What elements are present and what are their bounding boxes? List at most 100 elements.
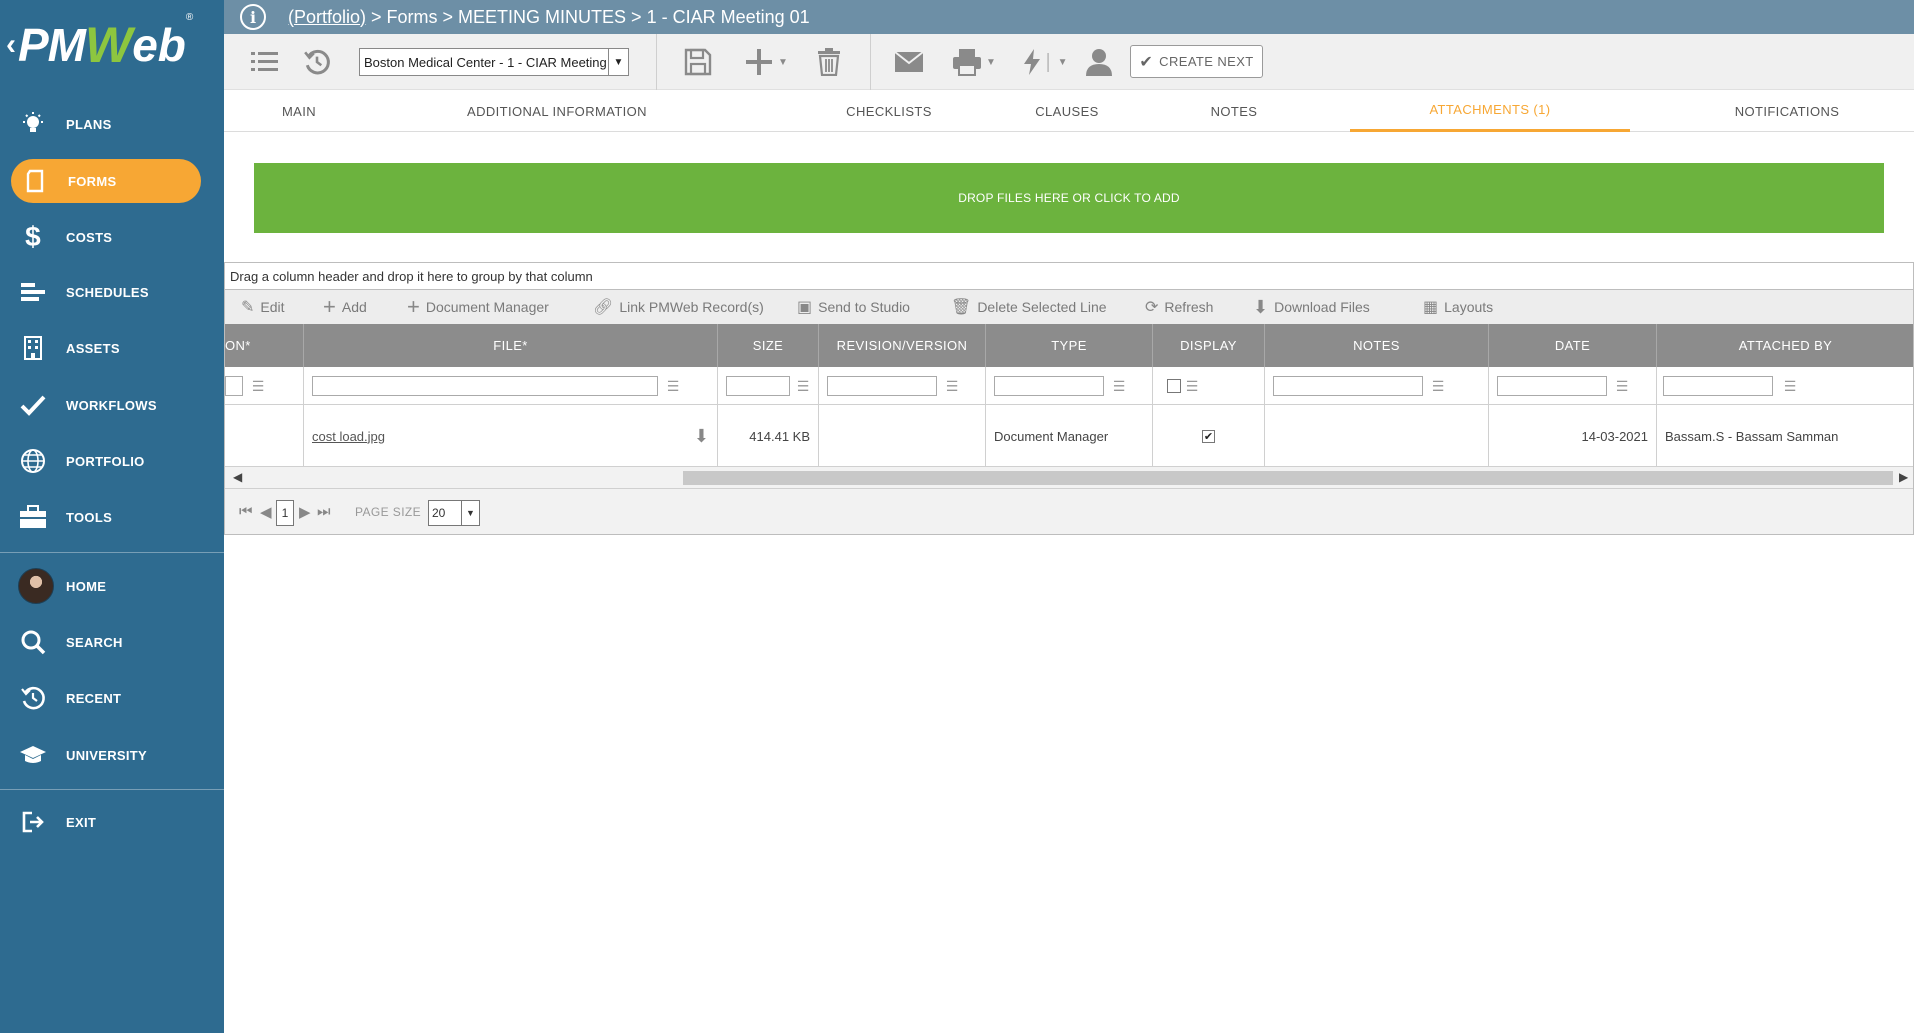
filter-icon[interactable]: ☰ — [1429, 377, 1447, 395]
delete-selected-line-button[interactable]: 🗑︎ Delete Selected Line — [951, 290, 1107, 324]
page-size-select[interactable]: 20 ▼ — [428, 500, 480, 526]
filter-icon[interactable]: ☰ — [943, 377, 961, 395]
form-document-icon — [20, 166, 50, 196]
sidebar-item-label: TOOLS — [66, 509, 113, 525]
display-filter-checkbox[interactable] — [1167, 379, 1181, 393]
sidebar-item-assets[interactable]: ASSETS — [0, 326, 224, 370]
scroll-right-icon[interactable]: ▶ — [1899, 470, 1908, 484]
tab-notes[interactable]: NOTES — [1194, 90, 1274, 132]
group-by-bar[interactable]: Drag a column header and drop it here to… — [225, 263, 1913, 290]
first-page-icon[interactable]: ⏮ — [239, 503, 253, 520]
create-next-button[interactable]: ✔ CREATE NEXT — [1130, 45, 1263, 78]
tab-attachments[interactable]: ATTACHMENTS (1) — [1350, 90, 1630, 132]
sidebar-item-workflows[interactable]: WORKFLOWS — [0, 383, 224, 427]
download-files-button[interactable]: ⬇ Download Files — [1253, 290, 1370, 324]
print-icon[interactable]: ▼ — [948, 44, 1000, 80]
add-button[interactable]: + Add — [323, 290, 367, 324]
filter-icon[interactable]: ☰ — [1781, 377, 1799, 395]
sidebar-item-exit[interactable]: EXIT — [0, 800, 224, 844]
column-header-revision[interactable]: REVISION/VERSION — [819, 324, 986, 367]
project-select[interactable]: Boston Medical Center - 1 - CIAR Meeting… — [359, 48, 629, 76]
download-arrow-icon[interactable]: ⬇ — [694, 426, 709, 447]
sidebar-item-search[interactable]: SEARCH — [0, 620, 224, 664]
filter-input[interactable] — [312, 376, 658, 396]
display-checkbox[interactable]: ✔ — [1202, 429, 1215, 443]
column-header-attached-by[interactable]: ATTACHED BY — [1657, 324, 1913, 367]
list-icon[interactable] — [250, 44, 280, 80]
column-header-file[interactable]: FILE* — [304, 324, 718, 367]
chevron-down-icon[interactable]: ▼ — [608, 49, 628, 75]
sidebar-item-costs[interactable]: $ COSTS — [0, 215, 224, 259]
chevron-down-icon[interactable]: ▼ — [461, 501, 479, 525]
filter-input[interactable] — [726, 376, 790, 396]
filter-icon[interactable]: ☰ — [1613, 377, 1631, 395]
column-header-size[interactable]: SIZE — [718, 324, 819, 367]
tab-additional-information[interactable]: ADDITIONAL INFORMATION — [450, 90, 664, 132]
lightbulb-icon — [18, 109, 48, 139]
filter-input[interactable] — [1497, 376, 1607, 396]
edit-button[interactable]: ✎ Edit — [241, 290, 285, 324]
sidebar-item-plans[interactable]: PLANS — [0, 102, 224, 146]
file-dropzone[interactable]: DROP FILES HERE OR CLICK TO ADD — [254, 163, 1884, 233]
scroll-left-icon[interactable]: ◀ — [233, 470, 242, 484]
checkmark-icon — [18, 390, 48, 420]
chevron-down-icon[interactable]: ▼ — [986, 57, 996, 68]
sidebar-item-schedules[interactable]: SCHEDULES — [0, 270, 224, 314]
horizontal-scrollbar[interactable]: ◀ ▶ — [225, 467, 1913, 489]
document-manager-button[interactable]: + Document Manager — [407, 290, 549, 324]
link-record-button[interactable]: 🔗︎ Link PMWeb Record(s) — [593, 290, 764, 324]
tab-checklists[interactable]: CHECKLISTS — [824, 90, 954, 132]
page-number-input[interactable]: 1 — [276, 500, 294, 526]
last-page-icon[interactable]: ⏭ — [317, 503, 331, 520]
column-header-on[interactable]: ON* — [225, 324, 304, 367]
tab-clauses[interactable]: CLAUSES — [1017, 90, 1117, 132]
filter-icon[interactable]: ☰ — [249, 377, 267, 395]
filter-icon[interactable]: ☰ — [1183, 377, 1201, 395]
cell-revision — [819, 405, 986, 467]
breadcrumb-portfolio-link[interactable]: (Portfolio) — [288, 7, 366, 28]
info-icon[interactable]: i — [240, 4, 266, 30]
filter-input[interactable] — [1273, 376, 1423, 396]
filter-input[interactable] — [1663, 376, 1773, 396]
column-header-notes[interactable]: NOTES — [1265, 324, 1489, 367]
save-icon[interactable] — [682, 44, 714, 80]
email-icon[interactable] — [892, 44, 926, 80]
delete-trash-icon[interactable] — [814, 44, 844, 80]
back-chevron-icon[interactable]: ‹ — [6, 28, 16, 62]
sidebar-item-forms[interactable]: FORMS — [11, 159, 201, 203]
layouts-button[interactable]: ▦ Layouts — [1423, 290, 1493, 324]
send-to-studio-button[interactable]: ▣ Send to Studio — [797, 290, 910, 324]
sidebar-item-university[interactable]: UNIVERSITY — [0, 733, 224, 777]
sidebar-item-home[interactable]: HOME — [0, 564, 224, 608]
filter-icon[interactable]: ☰ — [664, 377, 682, 395]
create-next-label: CREATE NEXT — [1159, 54, 1254, 69]
sidebar-item-recent[interactable]: RECENT — [0, 676, 224, 720]
refresh-button[interactable]: ⟳ Refresh — [1145, 290, 1213, 324]
scrollbar-thumb[interactable] — [683, 471, 1893, 485]
file-link[interactable]: cost load.jpg — [312, 429, 385, 444]
refresh-label: Refresh — [1164, 299, 1214, 315]
add-icon[interactable]: ▼ — [740, 44, 792, 80]
filter-input[interactable] — [225, 376, 243, 396]
tab-main[interactable]: MAIN — [249, 90, 349, 132]
prev-page-icon[interactable]: ◀ — [260, 503, 272, 521]
filter-input[interactable] — [994, 376, 1104, 396]
pmweb-logo[interactable]: ‹ PM W eb ® — [0, 0, 224, 90]
sidebar-divider — [0, 552, 224, 553]
history-icon[interactable] — [302, 44, 332, 80]
tab-notifications[interactable]: NOTIFICATIONS — [1697, 90, 1877, 132]
table-row[interactable]: cost load.jpg ⬇ 414.41 KB Document Manag… — [225, 405, 1913, 467]
next-page-icon[interactable]: ▶ — [299, 503, 311, 521]
column-header-display[interactable]: DISPLAY — [1153, 324, 1265, 367]
sidebar-item-tools[interactable]: TOOLS — [0, 495, 224, 539]
chevron-down-icon[interactable]: ▼ — [1058, 57, 1068, 68]
sidebar-item-portfolio[interactable]: PORTFOLIO — [0, 439, 224, 483]
filter-icon[interactable]: ☰ — [1110, 377, 1128, 395]
filter-icon[interactable]: ☰ — [794, 377, 812, 395]
column-header-date[interactable]: DATE — [1489, 324, 1657, 367]
chevron-down-icon[interactable]: ▼ — [778, 57, 788, 68]
column-header-type[interactable]: TYPE — [986, 324, 1153, 367]
filter-input[interactable] — [827, 376, 937, 396]
user-icon[interactable] — [1084, 44, 1114, 80]
lightning-icon[interactable]: | ▼ — [1022, 44, 1068, 80]
